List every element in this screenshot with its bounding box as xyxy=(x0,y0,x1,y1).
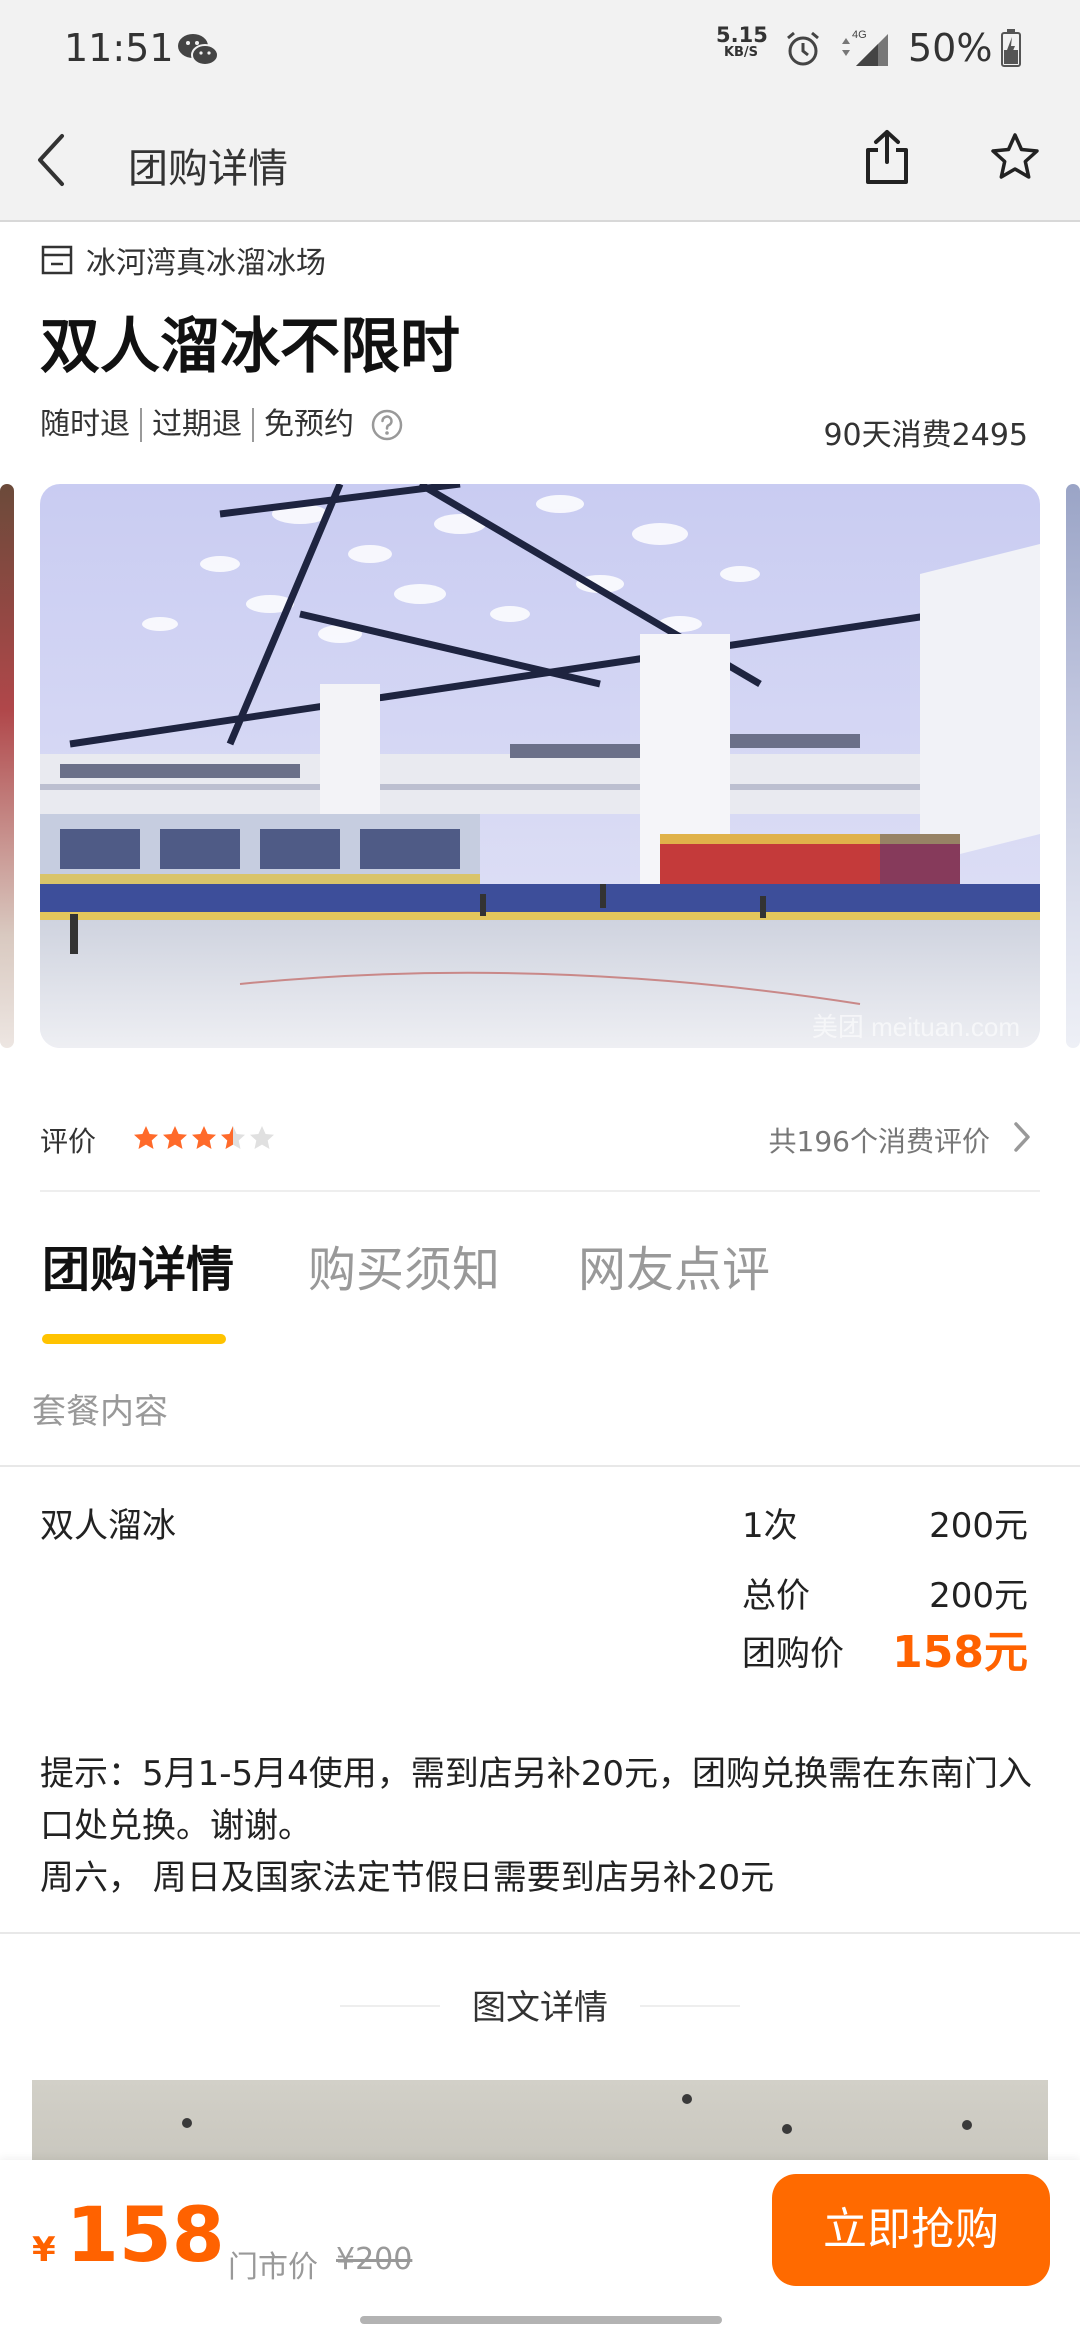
divider xyxy=(0,1465,1080,1467)
photo-gallery[interactable]: 2016-2022 美团 meituan.com xyxy=(0,484,1080,1048)
review-count: 共196个消费评价 xyxy=(768,1125,990,1158)
ceiling-lamp xyxy=(962,2120,972,2130)
star-full-icon xyxy=(163,1126,187,1149)
detail-section-title: 图文详情 xyxy=(472,1988,608,2028)
net-speed-unit: KB/S xyxy=(723,45,759,60)
tab-user-reviews[interactable]: 网友点评 xyxy=(578,1230,770,1300)
shop-name: 冰河湾真冰溜冰场 xyxy=(86,246,326,281)
buy-now-button[interactable]: 立即抢购 xyxy=(772,2174,1050,2286)
tab-group-details[interactable]: 团购详情 xyxy=(42,1230,234,1300)
ice-rink-photo: 2016-2022 美团 meituan.com xyxy=(40,484,1040,1048)
sales-count: 90天消费2495 xyxy=(823,418,1028,453)
divider xyxy=(0,1932,1080,1934)
gallery-prev-photo[interactable] xyxy=(0,484,14,1048)
market-price-value: ¥200 xyxy=(336,2242,413,2277)
favorite-star-icon[interactable] xyxy=(990,132,1040,182)
gallery-main-photo[interactable]: 2016-2022 美团 meituan.com xyxy=(40,484,1040,1048)
currency-symbol: ¥ xyxy=(32,2230,56,2270)
purchase-bar: ¥ 158 门市价 ¥200 立即抢购 xyxy=(0,2160,1080,2340)
ceiling-lamp xyxy=(182,2118,192,2128)
tip-line-1: 提示：5月1-5月4使用，需到店另补20元，团购兑换需在东南门入口处兑换。谢谢。 xyxy=(40,1754,1033,1846)
total-price-label: 总价 xyxy=(742,1576,810,1616)
photo-watermark: 美团 meituan.com xyxy=(812,1012,1020,1042)
divider xyxy=(340,2005,440,2007)
deal-tags: 随时退 过期退 免预约 xyxy=(40,408,404,442)
detail-section-header: 图文详情 xyxy=(0,1980,1080,2029)
tag-refund-anytime: 随时退 xyxy=(40,408,142,442)
total-price-value: 200元 xyxy=(929,1576,1028,1616)
star-full-icon xyxy=(134,1126,158,1149)
status-bar: 11:51 5.15 KB/S 4G 50% xyxy=(0,0,1080,100)
shop-row[interactable]: 冰河湾真冰溜冰场 xyxy=(40,240,326,281)
net-speed-value: 5.15 xyxy=(716,23,768,47)
package-item-price: 200元 xyxy=(929,1506,1028,1546)
svg-text:4G: 4G xyxy=(852,29,867,41)
rating-row[interactable]: 评价 共196个消费评价 xyxy=(40,1110,1040,1166)
detail-image xyxy=(32,2080,1048,2170)
signal-icon: 4G xyxy=(842,29,888,66)
package-item-qty: 1次 xyxy=(742,1506,798,1546)
star-empty-icon xyxy=(250,1126,274,1149)
rating-label: 评价 xyxy=(40,1125,97,1158)
market-price-label: 门市价 xyxy=(228,2250,318,2285)
back-icon[interactable] xyxy=(30,128,74,192)
tip-line-2: 周六， 周日及国家法定节假日需要到店另补20元 xyxy=(40,1858,775,1898)
home-indicator[interactable] xyxy=(360,2316,722,2324)
page-title: 团购详情 xyxy=(128,146,288,192)
alarm-icon xyxy=(787,31,819,66)
net-speed: 5.15 KB/S xyxy=(716,23,768,60)
rating-stars xyxy=(132,1124,277,1152)
battery-icon xyxy=(1001,29,1021,67)
group-price-value: 158元 xyxy=(892,1627,1028,1678)
tag-no-reservation: 免预约 xyxy=(264,407,354,442)
shop-icon xyxy=(41,245,73,275)
active-tab-indicator xyxy=(42,1334,226,1344)
star-half-icon xyxy=(221,1126,245,1149)
divider xyxy=(640,2005,740,2007)
deal-title: 双人溜冰不限时 xyxy=(40,312,460,382)
tab-purchase-notes[interactable]: 购买须知 xyxy=(308,1230,500,1300)
package-section-label: 套餐内容 xyxy=(32,1392,168,1432)
ceiling-lamp xyxy=(782,2124,792,2134)
wechat-icon xyxy=(178,34,219,66)
share-icon[interactable] xyxy=(862,128,912,186)
deal-price: 158 xyxy=(66,2190,225,2279)
gallery-next-photo[interactable] xyxy=(1066,484,1080,1048)
ceiling-lamp xyxy=(682,2094,692,2104)
package-item-name: 双人溜冰 xyxy=(40,1506,176,1546)
nav-bar: 团购详情 xyxy=(0,100,1080,222)
chevron-right-icon xyxy=(1014,1122,1030,1152)
detail-tabs: 团购详情 购买须知 网友点评 xyxy=(40,1230,1040,1350)
battery-percent: 50% xyxy=(908,26,993,70)
group-price-label: 团购价 xyxy=(742,1634,844,1674)
divider xyxy=(40,1190,1040,1192)
status-time: 11:51 xyxy=(64,26,174,70)
star-full-icon xyxy=(192,1126,216,1149)
usage-tips: 提示：5月1-5月4使用，需到店另补20元，团购兑换需在东南门入口处兑换。谢谢。… xyxy=(40,1748,1040,1904)
tag-refund-expired: 过期退 xyxy=(142,408,254,442)
help-icon[interactable] xyxy=(370,408,404,442)
